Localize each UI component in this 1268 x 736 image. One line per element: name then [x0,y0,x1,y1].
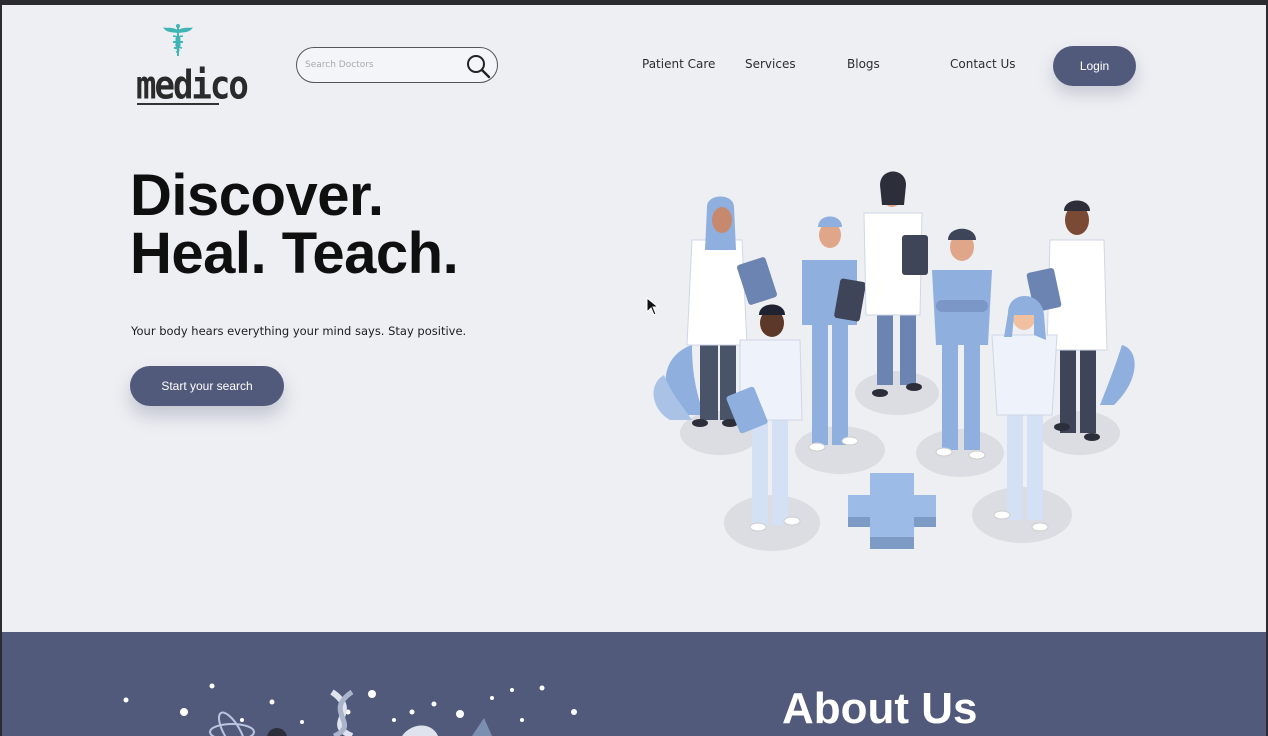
nurse-figure [802,216,866,452]
hero-headline: Discover. Heal. Teach. [130,163,459,286]
nav-services[interactable]: Services [745,57,796,71]
headline-line-1: Discover. [130,163,384,228]
hero-tagline: Your body hears everything your mind say… [131,324,467,338]
nav-contact-us[interactable]: Contact Us [950,57,1016,71]
doctor-figure-woman [863,171,928,397]
start-search-button[interactable]: Start your search [130,366,284,406]
search-input[interactable] [305,56,460,74]
nav-patient-care[interactable]: Patient Care [642,57,715,71]
science-illustration [123,683,577,736]
doctors-illustration [653,171,1135,551]
about-title: About Us [782,684,978,733]
mouse-cursor-icon [646,297,660,316]
search-icon[interactable] [465,53,491,79]
search-box [296,47,498,83]
logo[interactable]: medico [134,23,249,111]
caduceus-icon [163,24,193,56]
doctor-figure-man-center [932,228,992,460]
logo-underline [137,103,219,105]
about-section: About Us [2,632,1266,736]
login-button[interactable]: Login [1053,46,1136,86]
medical-cross [848,473,936,549]
page: medico Patient Care Services Blogs Conta… [2,5,1266,736]
headline-line-2: Heal. Teach. [130,221,459,286]
nav-blogs[interactable]: Blogs [847,57,880,71]
